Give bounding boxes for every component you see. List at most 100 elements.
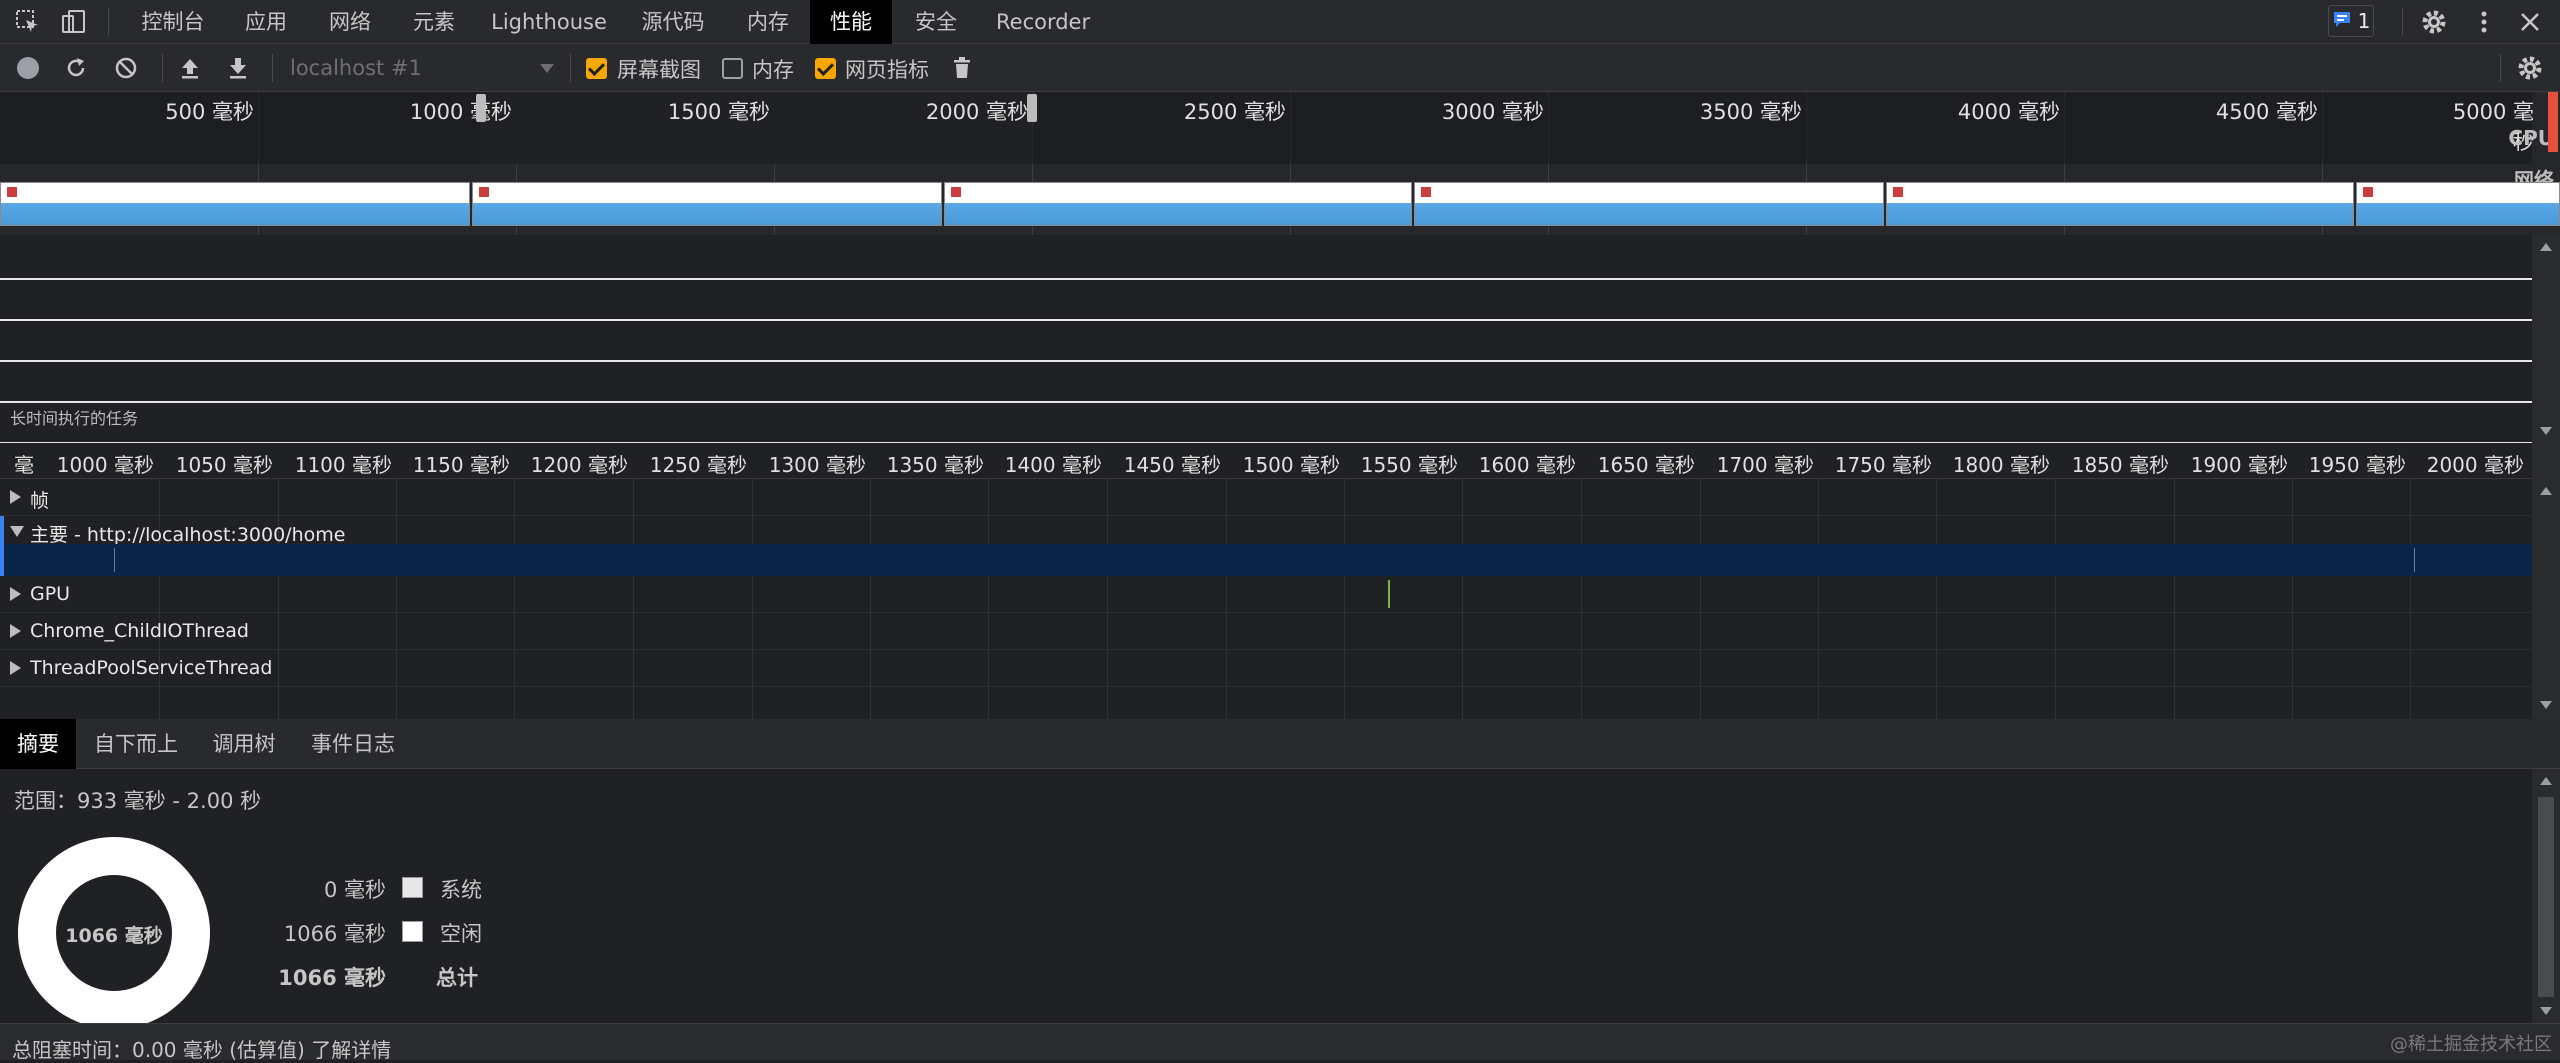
flame-chart[interactable]: 帧 主要 - http://localhost:3000/home GPU Ch… (0, 479, 2532, 719)
close-icon[interactable] (2516, 8, 2544, 36)
ruler-tick: 1900 毫秒 (2190, 453, 2288, 477)
track-frames-label: 帧 (30, 490, 50, 512)
screenshot-thumbnail[interactable] (1886, 182, 2354, 226)
summary-scrollbar[interactable] (2532, 769, 2560, 1023)
inspect-element-icon[interactable] (14, 8, 42, 36)
ruler-tick: 1450 毫秒 (1123, 453, 1221, 477)
scroll-thumb[interactable] (2538, 797, 2554, 997)
device-toolbar-icon[interactable] (60, 8, 88, 36)
overview-tick: 1500 毫秒 (667, 100, 770, 124)
scroll-up-arrow-icon[interactable] (2540, 243, 2552, 251)
overview-tick: 1000 毫秒 (409, 100, 512, 124)
track-io-thread[interactable]: Chrome_ChildIOThread (0, 613, 2532, 650)
track-threadpool[interactable]: ThreadPoolServiceThread (0, 650, 2532, 687)
tab-console[interactable]: 控制台 (126, 0, 220, 44)
ruler-tick: 1100 毫秒 (294, 453, 392, 477)
total-blocking-time: 总阻塞时间：0.00 毫秒 (估算值) 了解详情 (12, 1034, 391, 1063)
settings-gear-icon[interactable] (2420, 8, 2448, 36)
tab-memory[interactable]: 内存 (728, 0, 808, 44)
screenshot-thumbnail[interactable] (944, 182, 1412, 226)
tab-elements[interactable]: 元素 (394, 0, 474, 44)
expand-arrow-icon[interactable] (10, 624, 21, 638)
scroll-down-arrow-icon[interactable] (2540, 1007, 2552, 1015)
screenshots-checkbox[interactable] (586, 58, 607, 79)
tab-summary[interactable]: 摘要 (0, 719, 76, 769)
collapse-arrow-icon[interactable] (10, 526, 24, 537)
ruler-tick: 1300 毫秒 (768, 453, 866, 477)
scroll-up-arrow-icon[interactable] (2540, 487, 2552, 495)
record-button[interactable] (17, 57, 39, 79)
learn-more-link[interactable]: 了解详情 (311, 1038, 391, 1062)
expand-arrow-icon[interactable] (10, 490, 21, 504)
expand-arrow-icon[interactable] (10, 661, 21, 675)
screenshot-thumbnail[interactable] (472, 182, 942, 226)
ruler-tick: 1500 毫秒 (1242, 453, 1340, 477)
webvitals-label: 网页指标 (845, 58, 929, 82)
trash-icon[interactable] (948, 54, 976, 82)
total-blocking-time-text: 总阻塞时间：0.00 毫秒 (估算值) (12, 1038, 312, 1062)
tab-sources[interactable]: 源代码 (624, 0, 722, 44)
track-gpu[interactable]: GPU (0, 576, 2532, 613)
tracks-scrollbar[interactable] (2532, 235, 2560, 443)
screenshot-thumbnail[interactable] (2356, 182, 2560, 226)
tab-recorder[interactable]: Recorder (996, 0, 1110, 72)
tab-bottom-up[interactable]: 自下而上 (82, 719, 190, 769)
tab-application[interactable]: 应用 (226, 0, 306, 44)
webvitals-checkbox[interactable] (815, 58, 836, 79)
track-main[interactable]: 主要 - http://localhost:3000/home (0, 516, 2532, 546)
screenshots-label: 屏幕截图 (617, 58, 701, 82)
ruler-tick: 1250 毫秒 (649, 453, 747, 477)
legend-swatch-idle (402, 921, 423, 942)
reload-record-icon[interactable] (62, 54, 90, 82)
ruler-tick: 1000 毫秒 (56, 453, 154, 477)
ruler-tick: 1550 毫秒 (1360, 453, 1458, 477)
overview-tick: 2000 毫秒 (925, 100, 1028, 124)
tab-lighthouse[interactable]: Lighthouse (484, 0, 614, 44)
ruler-tick: 1350 毫秒 (886, 453, 984, 477)
capture-settings-gear-icon[interactable] (2516, 54, 2544, 82)
timeline-tracks: 长时间执行的任务 (0, 235, 2532, 444)
clear-icon[interactable] (112, 54, 140, 82)
details-tabs: 摘要 自下而上 调用树 事件日志 (0, 719, 2560, 769)
timeline-overview[interactable]: 500 毫秒 1000 毫秒 1500 毫秒 2000 毫秒 2500 毫秒 3… (0, 92, 2560, 235)
tab-performance[interactable]: 性能 (810, 0, 892, 44)
save-profile-icon[interactable] (224, 54, 252, 82)
flame-scrollbar[interactable] (2532, 443, 2560, 719)
status-footer: 总阻塞时间：0.00 毫秒 (估算值) 了解详情 @稀土掘金技术社区 (0, 1023, 2560, 1063)
ruler-tick: 1950 毫秒 (2308, 453, 2406, 477)
ruler-tick: 1400 毫秒 (1004, 453, 1102, 477)
load-profile-icon[interactable] (176, 54, 204, 82)
range-left-handle[interactable] (476, 94, 486, 122)
tab-event-log[interactable]: 事件日志 (298, 719, 408, 769)
chat-icon (2332, 10, 2352, 32)
issues-count: 1 (2357, 9, 2371, 33)
tab-security[interactable]: 安全 (896, 0, 976, 44)
ruler-tick: 1050 毫秒 (175, 453, 273, 477)
tab-network[interactable]: 网络 (310, 0, 390, 44)
screenshot-thumbnail[interactable] (0, 182, 470, 226)
track-gpu-label: GPU (30, 583, 71, 605)
more-options-icon[interactable] (2470, 8, 2498, 36)
overview-tick: 3000 毫秒 (1441, 100, 1544, 124)
tab-call-tree[interactable]: 调用树 (200, 719, 288, 769)
screenshot-thumbnail[interactable] (1414, 182, 1884, 226)
memory-checkbox[interactable] (722, 58, 743, 79)
legend-name-system: 系统 (440, 878, 482, 902)
scroll-down-arrow-icon[interactable] (2540, 427, 2552, 435)
gpu-task-marker[interactable] (1388, 580, 1390, 608)
scroll-down-arrow-icon[interactable] (2540, 701, 2552, 709)
range-right-handle[interactable] (1027, 94, 1037, 122)
main-thread-selected-row[interactable] (0, 544, 2532, 576)
overview-tick: 3500 毫秒 (1699, 100, 1802, 124)
issues-button[interactable]: 1 (2328, 5, 2374, 37)
scroll-up-arrow-icon[interactable] (2540, 777, 2552, 785)
overview-tick: 4500 毫秒 (2215, 100, 2318, 124)
track-frames[interactable]: 帧 (0, 479, 2532, 516)
overview-tick: 4000 毫秒 (1957, 100, 2060, 124)
expand-arrow-icon[interactable] (10, 587, 21, 601)
ruler-tick: 1750 毫秒 (1834, 453, 1932, 477)
legend-value-total: 1066 毫秒 (278, 966, 386, 990)
track-main-label: 主要 - http://localhost:3000/home (30, 524, 346, 546)
ruler-tick: 1850 毫秒 (2071, 453, 2169, 477)
target-select[interactable]: localhost #1 (288, 52, 558, 84)
